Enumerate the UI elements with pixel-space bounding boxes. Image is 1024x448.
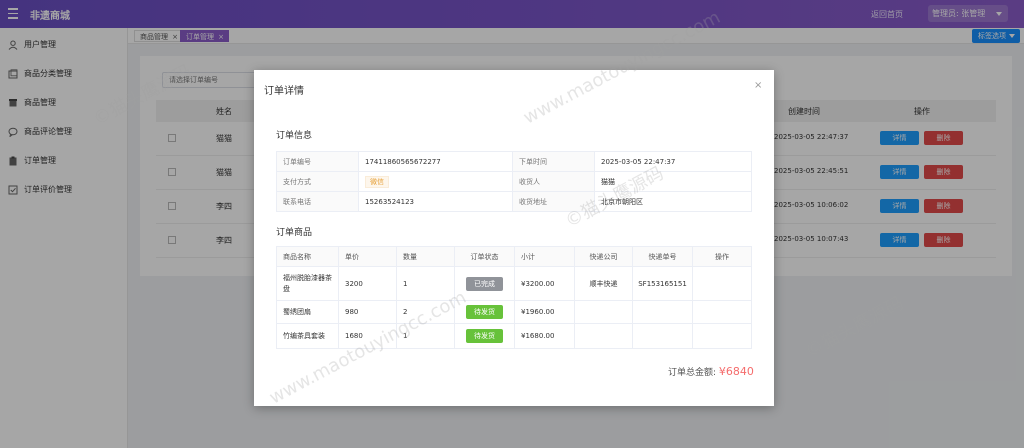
order-detail-modal: 订单详情 × 订单信息 订单编号 17411860565672277 下单时间 … [254,70,774,406]
goods-courier [574,323,633,349]
status-pending-button[interactable]: 待发货 [466,305,503,319]
goods-price: 980 [338,300,397,324]
order-no-value: 17411860565672277 [358,151,513,172]
goods-tracking [632,323,693,349]
goods-subtotal: ¥3200.00 [514,266,575,301]
goods-col-name: 商品名称 [276,246,339,267]
goods-col-subtotal: 小计 [514,246,575,267]
goods-courier [574,300,633,324]
goods-qty: 2 [396,300,455,324]
goods-col-courier: 快递公司 [574,246,633,267]
table-row: 蜀绣团扇 980 2 待发货 ¥1960.00 [276,300,752,324]
table-row: 福州脱胎漆器茶盘 3200 1 已完成 ¥3200.00 顺丰快递 SF1531… [276,266,752,301]
order-time-value: 2025-03-05 22:47:37 [594,151,752,172]
goods-courier: 顺丰快递 [574,266,633,301]
receiver-label: 收货人 [512,171,595,192]
goods-subtotal: ¥1960.00 [514,300,575,324]
address-value: 北京市朝阳区 [594,191,752,212]
goods-name: 蜀绣团扇 [276,300,339,324]
goods-col-actions: 操作 [692,246,752,267]
order-no-label: 订单编号 [276,151,359,172]
modal-title: 订单详情 [264,86,304,97]
goods-col-status: 订单状态 [454,246,515,267]
order-info-table: 订单编号 17411860565672277 下单时间 2025-03-05 2… [276,151,752,212]
goods-actions [692,300,752,324]
goods-price: 3200 [338,266,397,301]
goods-status-cell: 已完成 [454,266,515,301]
phone-label: 联系电话 [276,191,359,212]
goods-actions [692,266,752,301]
goods-tracking [632,300,693,324]
goods-tracking: SF153165151 [632,266,693,301]
receiver-value: 猫猫 [594,171,752,192]
total-label: 订单总金额: [668,368,717,378]
goods-status-cell: 待发货 [454,300,515,324]
close-icon[interactable]: × [754,80,762,91]
order-goods-table: 商品名称 单价 数量 订单状态 小计 快递公司 快递单号 操作 福州脱胎漆器茶盘… [276,246,752,349]
goods-status-cell: 待发货 [454,323,515,349]
goods-col-price: 单价 [338,246,397,267]
table-row: 竹编茶具套装 1680 1 待发货 ¥1680.00 [276,323,752,349]
pay-label: 支付方式 [276,171,359,192]
status-completed-button[interactable]: 已完成 [466,276,503,291]
total-amount: ¥6840 [718,365,754,378]
pay-method-tag: 微信 [365,175,389,188]
address-label: 收货地址 [512,191,595,212]
order-total: 订单总金额: ¥6840 [668,365,754,378]
goods-qty: 1 [396,323,455,349]
goods-qty: 1 [396,266,455,301]
order-time-label: 下单时间 [512,151,595,172]
goods-actions [692,323,752,349]
goods-col-tracking: 快递单号 [632,246,693,267]
status-pending-button[interactable]: 待发货 [466,329,503,343]
phone-value: 15263524123 [358,191,513,212]
goods-title: 订单商品 [276,228,313,238]
goods-col-qty: 数量 [396,246,455,267]
goods-price: 1680 [338,323,397,349]
goods-subtotal: ¥1680.00 [514,323,575,349]
order-info-title: 订单信息 [276,131,313,141]
goods-name: 竹编茶具套装 [276,323,339,349]
goods-name: 福州脱胎漆器茶盘 [276,266,339,301]
pay-cell: 微信 [358,171,513,192]
